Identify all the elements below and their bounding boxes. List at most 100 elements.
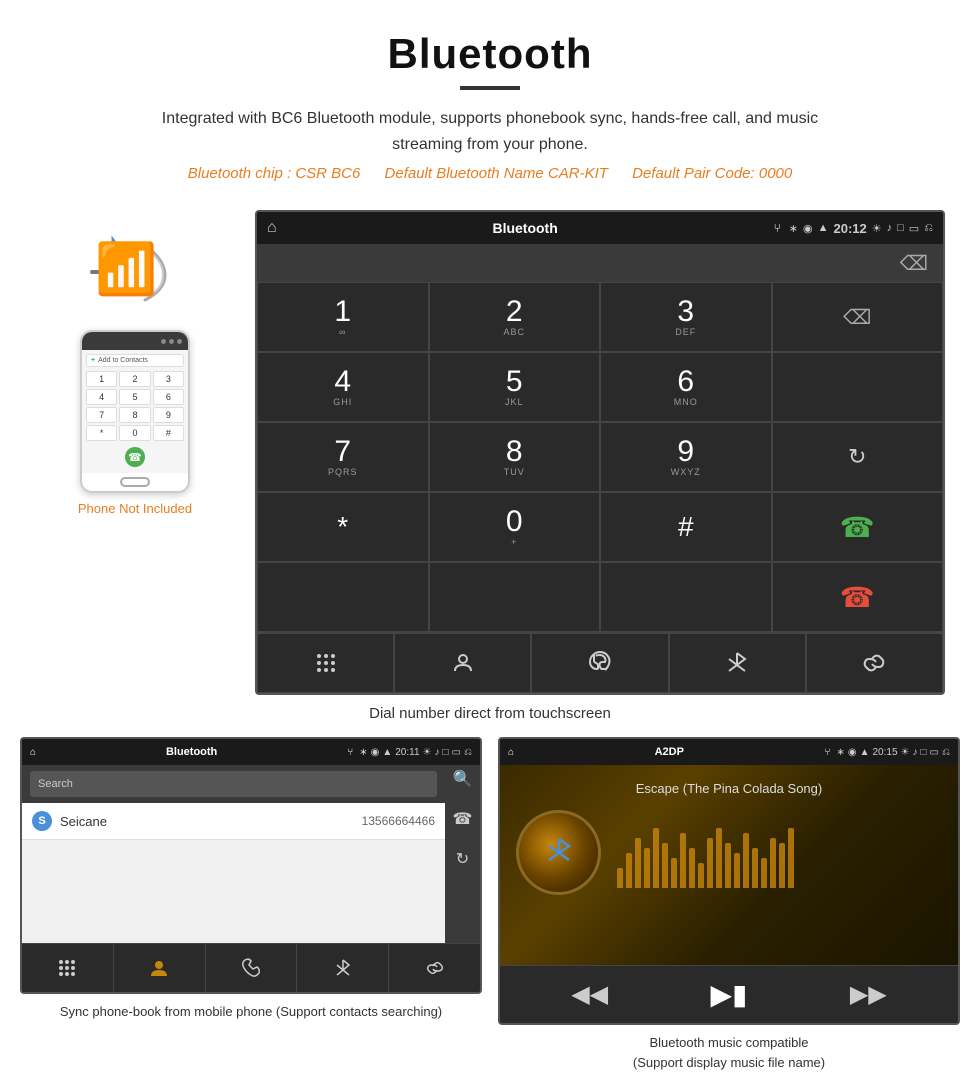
key-5[interactable]: 5 JKL xyxy=(429,352,601,422)
pb-action-link[interactable] xyxy=(389,944,480,992)
dialer-keypad-grid: 1 ∞ 2 ABC 3 DEF ⌫ 4 GHI 5 JKL xyxy=(257,282,943,562)
key-2-letters: ABC xyxy=(503,327,525,337)
mu-back-icon[interactable]: ⎌ xyxy=(942,747,950,758)
backspace-key[interactable]: ⌫ xyxy=(843,305,871,330)
pb-sig-icon: ▲ xyxy=(382,747,392,758)
action-bluetooth[interactable] xyxy=(669,633,806,693)
pb-action-phone[interactable] xyxy=(206,944,298,992)
viz-bar xyxy=(617,868,623,888)
phone-home-button[interactable] xyxy=(120,477,150,487)
key-5-letters: JKL xyxy=(505,397,524,407)
key-4-letters: GHI xyxy=(333,397,352,407)
key-star[interactable]: * xyxy=(257,492,429,562)
viz-bar xyxy=(779,843,785,888)
search-right-icon[interactable]: 🔍 xyxy=(453,769,473,789)
refresh-button[interactable]: ↻ xyxy=(848,444,866,470)
mu-vol-icon[interactable]: ♪ xyxy=(913,747,918,758)
mu-cam-icon[interactable]: ☀ xyxy=(901,747,910,758)
phonebook-main: Search S Seicane 13566664466 xyxy=(22,765,445,943)
phone-key-star[interactable]: * xyxy=(86,425,117,441)
mu-status-icons: ∗ ◉ ▲ 20:15 ☀ ♪ □ ▭ ⎌ xyxy=(836,747,950,758)
action-keypad[interactable] xyxy=(257,633,394,693)
backspace-button[interactable]: ⌫ xyxy=(900,251,928,276)
end-call-button[interactable]: ☎ xyxy=(840,581,875,614)
contact-row[interactable]: S Seicane 13566664466 xyxy=(22,803,445,840)
phone-dot-2 xyxy=(169,339,174,344)
phone-dot-3 xyxy=(177,339,182,344)
phone-key-7[interactable]: 7 xyxy=(86,407,117,423)
mu-win-icon[interactable]: ▭ xyxy=(930,747,939,758)
key-hash[interactable]: # xyxy=(600,492,772,562)
window-icon[interactable]: ▭ xyxy=(909,222,919,235)
action-link[interactable] xyxy=(806,633,943,693)
home-icon[interactable]: ⌂ xyxy=(267,219,277,237)
pb-app-icon[interactable]: □ xyxy=(443,747,449,758)
key-6[interactable]: 6 MNO xyxy=(600,352,772,422)
phone-key-1[interactable]: 1 xyxy=(86,371,117,387)
viz-bar xyxy=(626,853,632,888)
back-icon[interactable]: ⎌ xyxy=(924,222,933,235)
pb-vol-icon[interactable]: ♪ xyxy=(435,747,440,758)
volume-icon[interactable]: ♪ xyxy=(887,222,893,234)
key-9-letters: WXYZ xyxy=(671,467,701,477)
viz-bar xyxy=(689,848,695,888)
key-7[interactable]: 7 PQRS xyxy=(257,422,429,492)
end-call-cell: ☎ xyxy=(772,562,944,632)
dialer-number-display: ⌫ xyxy=(257,244,943,282)
phone-key-5[interactable]: 5 xyxy=(119,389,150,405)
signal-icon: ▲ xyxy=(818,222,829,234)
phone-key-3[interactable]: 3 xyxy=(153,371,184,387)
music-note-icon xyxy=(541,835,577,871)
main-content: 📶 + Add to xyxy=(0,210,980,695)
key-8[interactable]: 8 TUV xyxy=(429,422,601,492)
call-right-icon[interactable]: ☎ xyxy=(453,809,473,829)
page-title: Bluetooth xyxy=(20,30,960,78)
pb-home-icon[interactable]: ⌂ xyxy=(30,747,36,758)
dialer-statusbar: ⌂ Bluetooth ⑂ ∗ ◉ ▲ 20:12 ☀ ♪ □ ▭ ⎌ xyxy=(257,212,943,244)
phonebook-screen: ⌂ Bluetooth ⑂ ∗ ◉ ▲ 20:11 ☀ ♪ □ ▭ ⎌ xyxy=(20,737,482,994)
next-button[interactable]: ▶▶ xyxy=(850,980,887,1009)
camera-icon[interactable]: ☀ xyxy=(872,222,882,235)
play-pause-button[interactable]: ▶▮ xyxy=(711,978,748,1011)
phone-key-0[interactable]: 0 xyxy=(119,425,150,441)
phone-key-6[interactable]: 6 xyxy=(153,389,184,405)
phone-icon xyxy=(588,651,612,675)
phone-key-4[interactable]: 4 xyxy=(86,389,117,405)
pb-action-grid[interactable] xyxy=(22,944,114,992)
action-phone[interactable] xyxy=(531,633,668,693)
mu-home-icon[interactable]: ⌂ xyxy=(508,747,514,758)
key-4[interactable]: 4 GHI xyxy=(257,352,429,422)
phone-key-9[interactable]: 9 xyxy=(153,407,184,423)
phone-key-hash[interactable]: # xyxy=(153,425,184,441)
key-9[interactable]: 9 WXYZ xyxy=(600,422,772,492)
mu-app-icon[interactable]: □ xyxy=(921,747,927,758)
dialer-caption: Dial number direct from touchscreen xyxy=(0,705,980,722)
location-icon: ◉ xyxy=(803,222,813,235)
pb-back-icon[interactable]: ⎌ xyxy=(464,747,472,758)
page-description: Integrated with BC6 Bluetooth module, su… xyxy=(140,106,840,157)
phonebook-bottom-actions xyxy=(22,943,480,992)
refresh-right-icon[interactable]: ↻ xyxy=(456,849,469,869)
key-9-number: 9 xyxy=(677,437,694,467)
key-2[interactable]: 2 ABC xyxy=(429,282,601,352)
call-button[interactable]: ☎ xyxy=(840,511,875,544)
key-0[interactable]: 0 + xyxy=(429,492,601,562)
pb-action-bluetooth[interactable] xyxy=(297,944,389,992)
key-1[interactable]: 1 ∞ xyxy=(257,282,429,352)
key-empty-1: ⌫ xyxy=(772,282,944,352)
key-star-symbol: * xyxy=(337,511,348,543)
pb-win-icon[interactable]: ▭ xyxy=(452,747,461,758)
pb-cam-icon[interactable]: ☀ xyxy=(423,747,432,758)
app-icon[interactable]: □ xyxy=(897,222,904,234)
action-contacts[interactable] xyxy=(394,633,531,693)
phone-key-8[interactable]: 8 xyxy=(119,407,150,423)
prev-button[interactable]: ◀◀ xyxy=(571,980,608,1009)
search-placeholder: Search xyxy=(38,778,73,790)
phone-call-button[interactable]: ☎ xyxy=(125,447,145,467)
mu-sig-icon: ▲ xyxy=(860,747,870,758)
link-icon xyxy=(862,651,886,675)
search-input[interactable]: Search xyxy=(30,771,437,797)
pb-action-user[interactable] xyxy=(114,944,206,992)
key-3[interactable]: 3 DEF xyxy=(600,282,772,352)
phone-key-2[interactable]: 2 xyxy=(119,371,150,387)
